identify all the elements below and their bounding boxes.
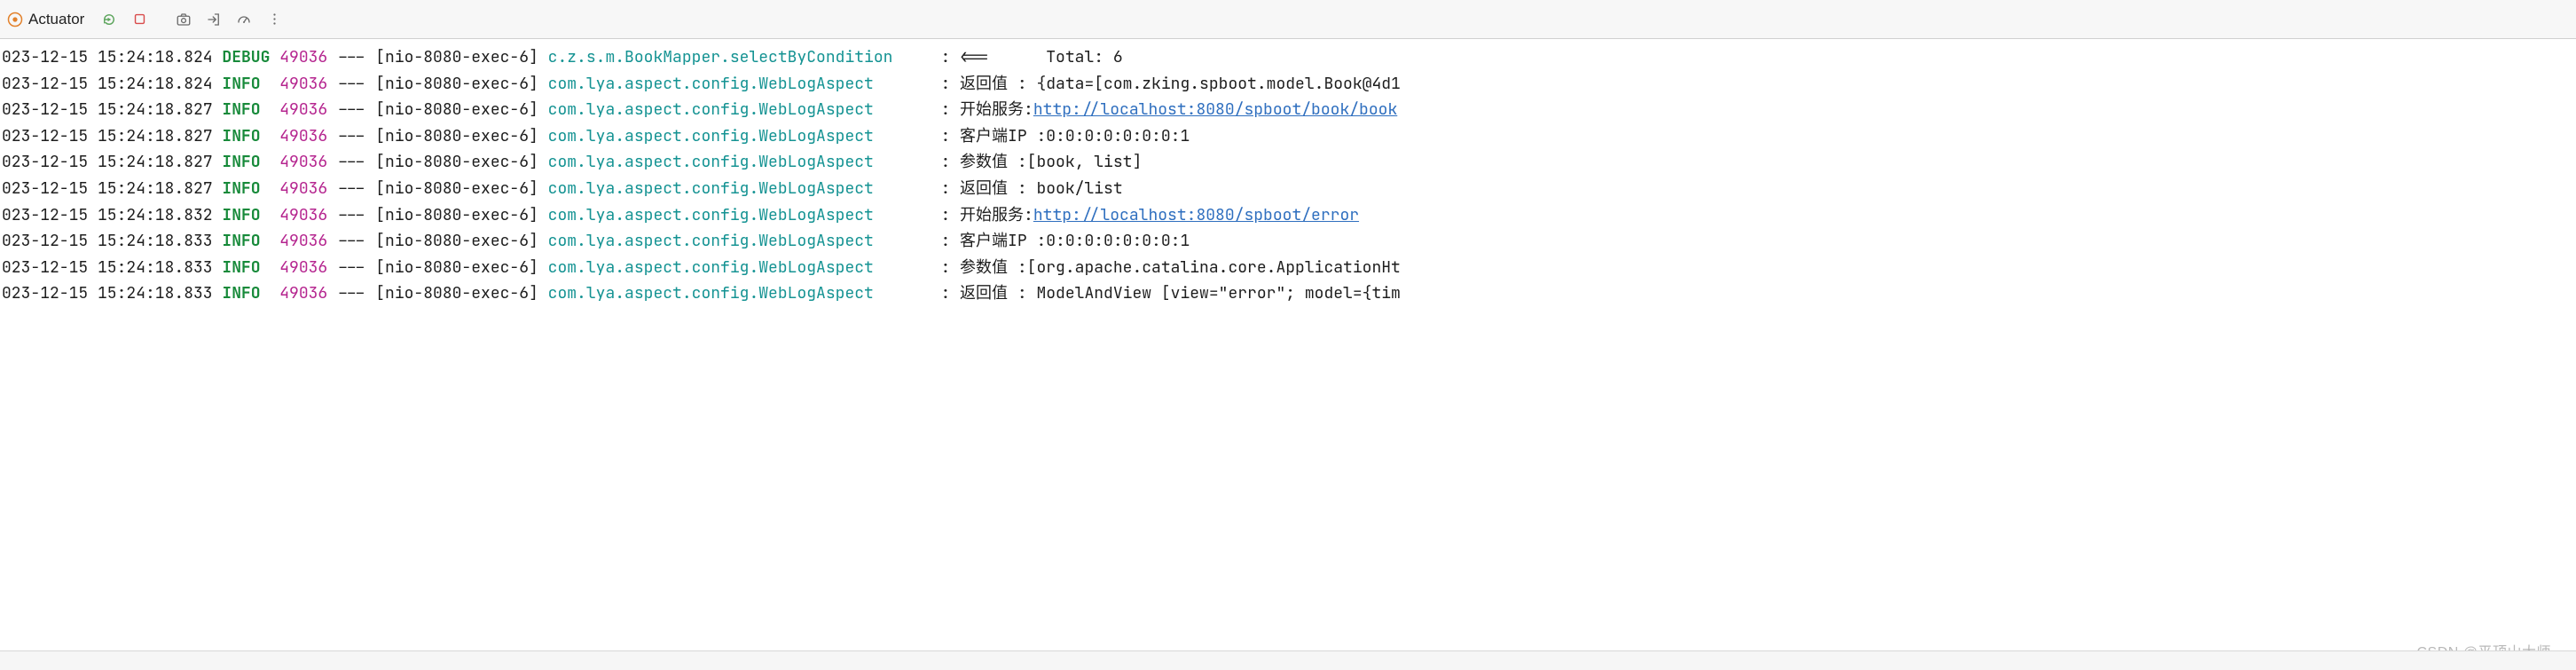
log-level: DEBUG — [222, 47, 270, 67]
log-thread: [nio-8080-exec-6] — [375, 152, 538, 172]
log-timestamp: 023-12-15 15:24:18.824 — [2, 47, 222, 67]
profiler-button[interactable] — [232, 7, 256, 32]
log-pid: 49036 — [279, 47, 327, 67]
log-line: 023-12-15 15:24:18.833 INFO 49036 --- [n… — [2, 255, 2576, 281]
log-thread: [nio-8080-exec-6] — [375, 99, 538, 120]
log-timestamp: 023-12-15 15:24:18.827 — [2, 126, 222, 146]
log-level: INFO — [222, 99, 270, 120]
log-pid: 49036 — [279, 152, 327, 172]
log-line: 023-12-15 15:24:18.824 INFO 49036 --- [n… — [2, 71, 2576, 98]
log-logger: com.lya.aspect.config.WebLogAspect — [548, 126, 931, 146]
log-thread: [nio-8080-exec-6] — [375, 47, 538, 67]
log-level: INFO — [222, 152, 270, 172]
log-line: 023-12-15 15:24:18.832 INFO 49036 --- [n… — [2, 202, 2576, 229]
log-pid: 49036 — [279, 74, 327, 94]
log-message: : 返回值 : {data=[com.zking.spboot.model.Bo… — [940, 74, 1400, 94]
log-thread: [nio-8080-exec-6] — [375, 74, 538, 94]
log-level: INFO — [222, 126, 270, 146]
status-bar — [0, 650, 2576, 670]
rerun-button[interactable] — [97, 7, 122, 32]
toolbar: Actuator — [0, 0, 2576, 39]
log-link[interactable]: http://localhost:8080/spboot/book/book — [1033, 99, 1397, 120]
log-pid: 49036 — [279, 283, 327, 303]
log-logger: com.lya.aspect.config.WebLogAspect — [548, 231, 931, 251]
log-message: : 客户端IP :0:0:0:0:0:0:0:1 — [940, 231, 1190, 251]
log-message: : 返回值 : book/list — [940, 178, 1122, 199]
console-log[interactable]: 023-12-15 15:24:18.824 DEBUG 49036 --- [… — [0, 39, 2576, 307]
more-button[interactable] — [262, 7, 287, 32]
log-message: : 返回值 : ModelAndView [view="error"; mode… — [940, 283, 1400, 303]
log-pid: 49036 — [279, 126, 327, 146]
log-thread: [nio-8080-exec-6] — [375, 126, 538, 146]
log-pid: 49036 — [279, 257, 327, 278]
log-message: : <== Total: 6 — [940, 47, 1122, 67]
log-line: 023-12-15 15:24:18.833 INFO 49036 --- [n… — [2, 228, 2576, 255]
log-level: INFO — [222, 231, 270, 251]
spring-icon — [7, 12, 23, 28]
log-line: 023-12-15 15:24:18.827 INFO 49036 --- [n… — [2, 149, 2576, 176]
log-thread: [nio-8080-exec-6] — [375, 178, 538, 199]
log-level: INFO — [222, 74, 270, 94]
log-line: 023-12-15 15:24:18.827 INFO 49036 --- [n… — [2, 176, 2576, 202]
log-line: 023-12-15 15:24:18.827 INFO 49036 --- [n… — [2, 123, 2576, 150]
log-logger: com.lya.aspect.config.WebLogAspect — [548, 178, 931, 199]
log-message: : 参数值 :[org.apache.catalina.core.Applica… — [940, 257, 1400, 278]
stop-button[interactable] — [127, 7, 152, 32]
log-logger: c.z.s.m.BookMapper.selectByCondition — [548, 47, 931, 67]
log-timestamp: 023-12-15 15:24:18.827 — [2, 152, 222, 172]
log-thread: [nio-8080-exec-6] — [375, 205, 538, 225]
log-level: INFO — [222, 205, 270, 225]
log-thread: [nio-8080-exec-6] — [375, 257, 538, 278]
log-message: : 客户端IP :0:0:0:0:0:0:0:1 — [940, 126, 1190, 146]
log-timestamp: 023-12-15 15:24:18.824 — [2, 74, 222, 94]
log-thread: [nio-8080-exec-6] — [375, 231, 538, 251]
log-pid: 49036 — [279, 205, 327, 225]
log-line: 023-12-15 15:24:18.827 INFO 49036 --- [n… — [2, 97, 2576, 123]
log-timestamp: 023-12-15 15:24:18.833 — [2, 231, 222, 251]
log-line: 023-12-15 15:24:18.833 INFO 49036 --- [n… — [2, 280, 2576, 307]
log-timestamp: 023-12-15 15:24:18.832 — [2, 205, 222, 225]
log-pid: 49036 — [279, 231, 327, 251]
log-pid: 49036 — [279, 99, 327, 120]
log-level: INFO — [222, 178, 270, 199]
log-logger: com.lya.aspect.config.WebLogAspect — [548, 205, 931, 225]
log-logger: com.lya.aspect.config.WebLogAspect — [548, 257, 931, 278]
log-timestamp: 023-12-15 15:24:18.827 — [2, 99, 222, 120]
actuator-title: Actuator — [28, 11, 84, 28]
log-timestamp: 023-12-15 15:24:18.827 — [2, 178, 222, 199]
log-timestamp: 023-12-15 15:24:18.833 — [2, 283, 222, 303]
log-timestamp: 023-12-15 15:24:18.833 — [2, 257, 222, 278]
log-message: : 参数值 :[book, list] — [940, 152, 1142, 172]
log-level: INFO — [222, 283, 270, 303]
log-link[interactable]: http://localhost:8080/spboot/error — [1033, 205, 1359, 225]
log-pid: 49036 — [279, 178, 327, 199]
log-logger: com.lya.aspect.config.WebLogAspect — [548, 283, 931, 303]
log-thread: [nio-8080-exec-6] — [375, 283, 538, 303]
log-message: : 开始服务: — [940, 205, 1033, 225]
log-message: : 开始服务: — [940, 99, 1033, 120]
log-logger: com.lya.aspect.config.WebLogAspect — [548, 74, 931, 94]
log-line: 023-12-15 15:24:18.824 DEBUG 49036 --- [… — [2, 44, 2576, 71]
exit-button[interactable] — [201, 7, 226, 32]
actuator-label[interactable]: Actuator — [7, 11, 84, 28]
screenshot-button[interactable] — [171, 7, 196, 32]
log-level: INFO — [222, 257, 270, 278]
log-logger: com.lya.aspect.config.WebLogAspect — [548, 152, 931, 172]
log-logger: com.lya.aspect.config.WebLogAspect — [548, 99, 931, 120]
